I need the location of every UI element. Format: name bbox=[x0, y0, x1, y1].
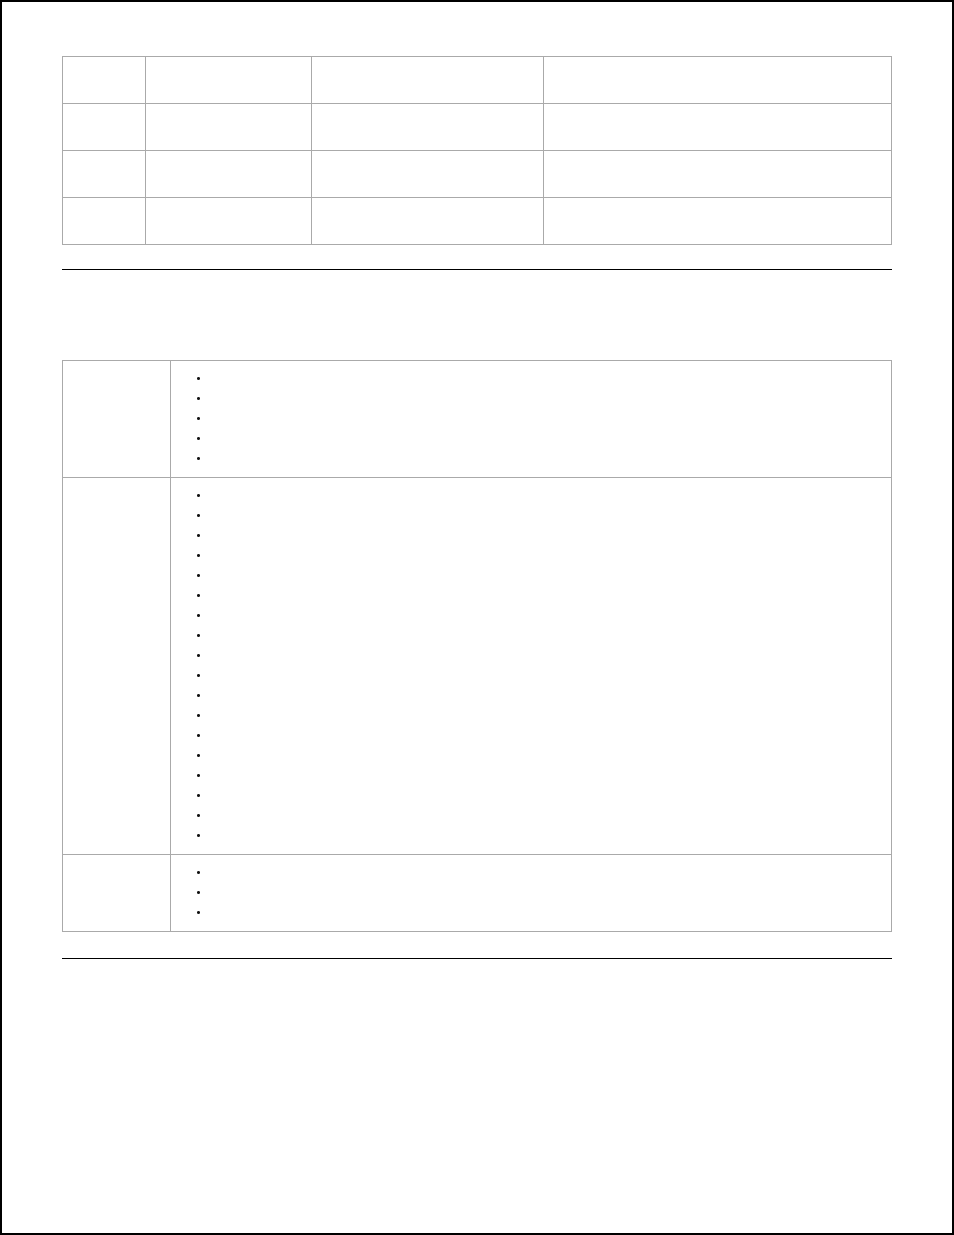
list-item bbox=[209, 806, 883, 826]
list-item bbox=[209, 506, 883, 526]
table-cell bbox=[145, 198, 311, 245]
page bbox=[0, 0, 954, 1235]
list-item bbox=[209, 786, 883, 806]
row-label-cell bbox=[63, 855, 171, 932]
table-row bbox=[63, 361, 892, 478]
table-cell bbox=[311, 151, 543, 198]
table-cell bbox=[311, 198, 543, 245]
list-item bbox=[209, 726, 883, 746]
list-item bbox=[209, 606, 883, 626]
table-cell bbox=[145, 151, 311, 198]
table-row bbox=[63, 151, 892, 198]
table-cell bbox=[63, 198, 146, 245]
table-row bbox=[63, 198, 892, 245]
list-item bbox=[209, 883, 883, 903]
list-item bbox=[209, 646, 883, 666]
table-cell bbox=[543, 104, 891, 151]
list-item bbox=[209, 826, 883, 846]
table-cell bbox=[145, 104, 311, 151]
divider-2 bbox=[62, 958, 892, 959]
table-1 bbox=[62, 56, 892, 245]
table-row bbox=[63, 57, 892, 104]
bullet-cell bbox=[170, 361, 891, 478]
table-row bbox=[63, 104, 892, 151]
list-item bbox=[209, 449, 883, 469]
list-item bbox=[209, 389, 883, 409]
bullet-list bbox=[179, 486, 883, 846]
row-label-cell bbox=[63, 478, 171, 855]
list-item bbox=[209, 526, 883, 546]
bullet-list bbox=[179, 369, 883, 469]
list-item bbox=[209, 863, 883, 883]
list-item bbox=[209, 666, 883, 686]
list-item bbox=[209, 429, 883, 449]
bullet-list bbox=[179, 863, 883, 923]
list-item bbox=[209, 706, 883, 726]
list-item bbox=[209, 546, 883, 566]
table-cell bbox=[543, 151, 891, 198]
list-item bbox=[209, 586, 883, 606]
table-cell bbox=[63, 104, 146, 151]
list-item bbox=[209, 626, 883, 646]
list-item bbox=[209, 369, 883, 389]
row-label-cell bbox=[63, 361, 171, 478]
table-cell bbox=[543, 198, 891, 245]
bullet-cell bbox=[170, 855, 891, 932]
table-row bbox=[63, 478, 892, 855]
bullet-cell bbox=[170, 478, 891, 855]
list-item bbox=[209, 486, 883, 506]
list-item bbox=[209, 903, 883, 923]
list-item bbox=[209, 686, 883, 706]
table-2 bbox=[62, 360, 892, 932]
table-cell bbox=[311, 57, 543, 104]
table-cell bbox=[311, 104, 543, 151]
table-cell bbox=[543, 57, 891, 104]
table-cell bbox=[63, 151, 146, 198]
table-cell bbox=[63, 57, 146, 104]
table-cell bbox=[145, 57, 311, 104]
divider-1 bbox=[62, 269, 892, 270]
list-item bbox=[209, 766, 883, 786]
table-row bbox=[63, 855, 892, 932]
list-item bbox=[209, 409, 883, 429]
list-item bbox=[209, 746, 883, 766]
list-item bbox=[209, 566, 883, 586]
